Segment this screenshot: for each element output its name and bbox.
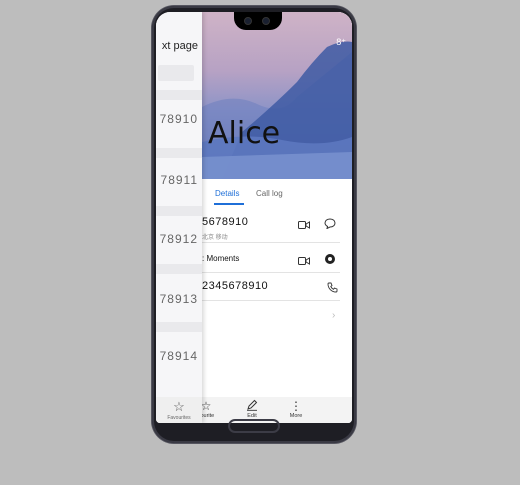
phone-number: 5678910 — [202, 216, 249, 228]
moments-text: Moments — [206, 254, 240, 263]
list-item[interactable] — [156, 264, 202, 282]
list-divider — [156, 264, 202, 274]
status-bar-icons: 8⁺ — [336, 37, 346, 47]
contact-number: 78911 — [160, 173, 198, 187]
list-divider — [156, 148, 202, 158]
detail-tabs: Details Call log — [202, 184, 352, 206]
previous-page-search-field[interactable] — [158, 65, 194, 81]
list-item[interactable] — [156, 148, 202, 166]
phone-frame: xt page 78910 78911 78912 78913 78914 ☆ … — [152, 6, 356, 443]
favorites-tab[interactable]: ☆ Favourites — [156, 397, 202, 423]
home-button[interactable] — [228, 419, 280, 433]
contact-name: Alice — [208, 116, 281, 151]
landscape-illustration — [202, 41, 352, 179]
previous-page-title: xt page — [161, 40, 198, 52]
list-divider — [156, 322, 202, 332]
secondary-phone-row[interactable]: 2345678910 — [202, 274, 340, 301]
chevron-right-icon[interactable]: › — [332, 310, 335, 321]
phone-screen: xt page 78910 78911 78912 78913 78914 ☆ … — [156, 12, 352, 423]
edit-button[interactable]: Edit — [234, 399, 270, 419]
tab-details[interactable]: Details — [215, 189, 239, 198]
contact-header-image: 8⁺ Alice — [202, 12, 352, 179]
list-divider — [156, 206, 202, 216]
camera-icon — [262, 17, 270, 25]
contact-number: 78913 — [159, 292, 198, 306]
secondary-phone-number: 2345678910 — [202, 280, 269, 292]
moments-app-icon[interactable] — [324, 252, 336, 270]
contact-number: 78914 — [159, 349, 198, 363]
favorites-label: Favourites — [167, 415, 191, 421]
tab-call-log[interactable]: Call log — [256, 189, 283, 198]
previous-page-panel[interactable]: xt page 78910 78911 78912 78913 78914 ☆ … — [156, 12, 202, 423]
more-vertical-icon: ⋮ — [290, 399, 302, 413]
star-icon: ☆ — [173, 399, 185, 414]
list-item[interactable] — [156, 206, 202, 224]
video-call-icon[interactable] — [298, 253, 310, 271]
contact-detail-page: 8⁺ Alice Details Call log 5678910 北京 移动 — [198, 12, 352, 423]
more-button[interactable]: ⋮ More — [278, 399, 314, 419]
phone-number-row[interactable]: 5678910 北京 移动 — [202, 212, 340, 243]
active-tab-indicator — [214, 203, 244, 205]
video-call-icon[interactable] — [298, 217, 310, 235]
camera-notch — [234, 12, 282, 30]
list-divider — [156, 90, 202, 100]
camera-icon — [244, 17, 252, 25]
list-item[interactable] — [156, 322, 202, 340]
contact-number: 78912 — [159, 232, 198, 246]
moments-label: : Moments — [202, 254, 239, 263]
message-icon[interactable] — [324, 216, 336, 234]
phone-call-icon[interactable] — [327, 280, 338, 298]
pencil-icon — [234, 399, 270, 413]
list-item[interactable] — [156, 90, 202, 108]
moments-row[interactable]: : Moments — [202, 244, 340, 273]
more-label: More — [289, 413, 303, 419]
contact-number: 78910 — [159, 112, 198, 126]
bottom-action-bar: ☆ vourite Edit ⋮ More — [198, 397, 352, 423]
phone-location: 北京 移动 — [202, 235, 228, 241]
